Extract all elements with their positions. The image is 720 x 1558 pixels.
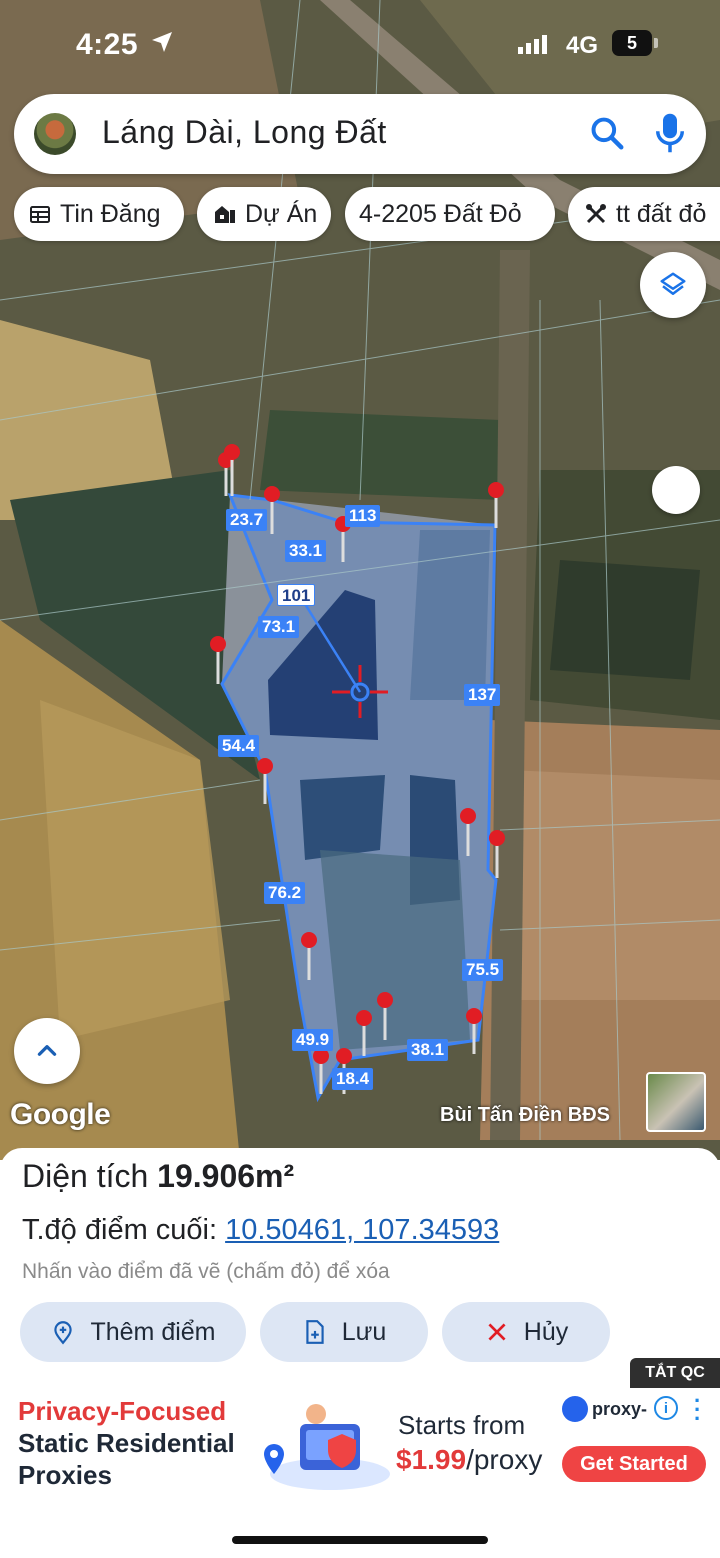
calendar-icon	[30, 206, 50, 223]
segment-length-label: 49.9	[292, 1029, 334, 1051]
ad-info-icon[interactable]: i	[654, 1396, 678, 1420]
search-query[interactable]: Láng Dài, Long Đất	[102, 114, 387, 151]
attribution-thumbnail[interactable]	[646, 1072, 706, 1132]
ad-brand-name: proxy-	[592, 1398, 648, 1419]
coord-link[interactable]: 10.50461, 107.34593	[225, 1214, 499, 1246]
save-button[interactable]: Lưu	[260, 1302, 428, 1362]
chip-tin-dang[interactable]: Tin Đăng	[14, 187, 184, 241]
signal-bars-icon	[518, 35, 547, 54]
chevron-up-icon	[37, 1045, 57, 1056]
location-arrow-icon	[152, 32, 172, 52]
segment-length-label: 75.5	[462, 959, 504, 981]
google-logo: Google	[10, 1098, 111, 1131]
home-indicator[interactable]	[232, 1536, 488, 1544]
ad-price: $1.99/proxy	[396, 1444, 542, 1476]
map-control-knob[interactable]	[652, 466, 700, 514]
status-bar: 4:25 4G 5	[0, 0, 720, 84]
cancel-label: Hủy	[523, 1317, 569, 1346]
chip-label: 4-2205 Đất Đỏ	[359, 199, 522, 228]
ad-headline: Proxies	[18, 1460, 112, 1490]
hide-ads-button[interactable]: TẮT QC	[630, 1358, 720, 1388]
measurement-sheet: Diện tích 19.906m² T.độ điểm cuối: 10.50…	[0, 1148, 720, 1388]
area-label: Diện tích	[22, 1158, 149, 1194]
area-row: Diện tích 19.906m²	[22, 1158, 294, 1195]
chip-label: tt đất đỏ	[616, 199, 707, 228]
avatar[interactable]	[34, 113, 76, 155]
ad-banner[interactable]: Privacy-Focused Static Residential Proxi…	[0, 1388, 720, 1504]
search-bar[interactable]: Láng Dài, Long Đất	[14, 94, 706, 174]
ad-brand: proxy-	[562, 1396, 647, 1422]
battery-icon: 5	[612, 30, 652, 56]
chip-4-2205[interactable]: 4-2205 Đất Đỏ	[345, 187, 555, 241]
save-label: Lưu	[341, 1317, 387, 1346]
close-icon	[488, 1323, 506, 1341]
tools-icon	[586, 204, 606, 224]
segment-length-label: 73.1	[258, 616, 300, 638]
ad-headline: Static Residential	[18, 1428, 235, 1458]
ad-illustration	[264, 1404, 390, 1490]
ad-price-value: $1.99	[396, 1444, 467, 1475]
add-point-button[interactable]: Thêm điểm	[20, 1302, 246, 1362]
area-value: 19.906m²	[157, 1158, 295, 1194]
segment-length-label: 18.4	[332, 1068, 374, 1090]
search-icon[interactable]	[588, 114, 626, 152]
segment-length-label: 137	[464, 684, 501, 706]
status-time: 4:25	[76, 28, 139, 61]
add-location-icon	[54, 1321, 73, 1345]
segment-length-label: 101	[277, 584, 316, 606]
chip-label: Dự Án	[245, 199, 318, 228]
layers-icon	[660, 272, 686, 295]
ad-cta-button[interactable]: Get Started	[562, 1446, 706, 1482]
satellite-imagery	[0, 0, 720, 1160]
ad-headline: Privacy-Focused	[18, 1396, 227, 1426]
segment-length-label: 23.7	[226, 509, 268, 531]
cancel-button[interactable]: Hủy	[442, 1302, 610, 1362]
coord-label: T.độ điểm cuối:	[22, 1214, 218, 1246]
segment-length-label: 38.1	[407, 1039, 449, 1061]
segment-length-label: 54.4	[218, 735, 260, 757]
segment-length-label: 113	[345, 505, 381, 527]
proxy-logo-icon	[562, 1396, 588, 1422]
network-type: 4G	[566, 32, 599, 59]
chip-du-an[interactable]: Dự Án	[197, 187, 331, 241]
add-file-icon	[306, 1320, 324, 1344]
layers-button[interactable]	[640, 252, 706, 318]
hint-text: Nhấn vào điểm đã vẽ (chấm đỏ) để xóa	[22, 1260, 390, 1283]
ad-price-suffix: /proxy	[466, 1444, 543, 1475]
building-icon	[215, 206, 235, 223]
coord-row: T.độ điểm cuối: 10.50461, 107.34593	[22, 1214, 499, 1247]
chip-label: Tin Đăng	[60, 199, 161, 228]
segment-length-label: 33.1	[285, 540, 327, 562]
add-point-label: Thêm điểm	[90, 1317, 216, 1346]
ad-starts-from: Starts from	[398, 1410, 526, 1440]
chip-tt-dat-do[interactable]: tt đất đỏ	[568, 187, 720, 241]
expand-sheet-button[interactable]	[14, 1018, 80, 1084]
map-attribution: Bùi Tấn Điền BĐS	[440, 1104, 611, 1126]
map-view[interactable]: 23.7 113 33.1 101 73.1 137 54.4 76.2 75.…	[0, 0, 720, 1160]
segment-length-label: 76.2	[264, 882, 306, 904]
microphone-icon[interactable]	[656, 112, 684, 154]
battery-tip	[654, 38, 658, 48]
more-options-icon[interactable]: · · ·	[694, 1390, 701, 1430]
